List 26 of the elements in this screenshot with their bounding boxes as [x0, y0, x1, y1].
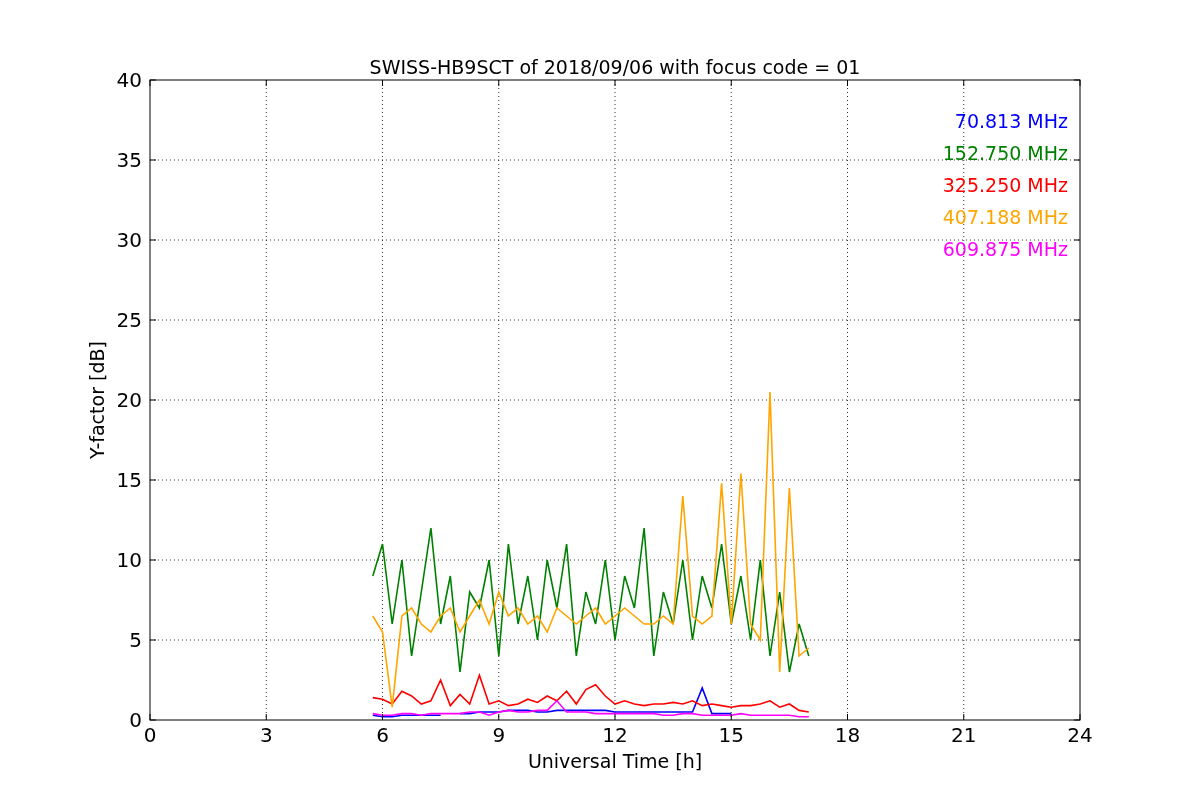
x-tick-label: 9 [492, 723, 506, 747]
x-tick-label: 6 [376, 723, 389, 747]
x-axis-label: Universal Time [h] [527, 750, 703, 772]
x-tick-label: 24 [1067, 723, 1093, 747]
y-tick-label: 20 [116, 388, 142, 412]
x-tick-label: 0 [143, 723, 157, 747]
y-tick-label: 25 [116, 308, 142, 332]
y-tick-label: 40 [116, 68, 142, 92]
x-tick-label: 15 [718, 723, 744, 747]
legend-label: 70.813 MHz [954, 110, 1068, 132]
y-tick-label: 30 [116, 228, 142, 252]
y-axis-label: Y-factor [dB] [86, 341, 108, 459]
y-tick-label: 5 [129, 628, 142, 652]
chart-title: SWISS-HB9SCT of 2018/09/06 with focus code = 01 [369, 56, 861, 78]
legend-label: 407.188 MHz [942, 206, 1068, 228]
y-tick-label: 10 [116, 548, 142, 572]
y-tick-label: 35 [116, 148, 142, 172]
legend-label: 325.250 MHz [942, 174, 1068, 196]
x-tick-label: 21 [951, 723, 977, 747]
x-tick-label: 18 [834, 723, 861, 747]
x-tick-label: 3 [259, 723, 273, 747]
x-tick-label: 12 [602, 723, 628, 747]
legend-label: 152.750 MHz [942, 142, 1068, 164]
legend-label: 609.875 MHz [942, 238, 1068, 260]
y-tick-label: 0 [129, 708, 142, 732]
y-tick-label: 15 [116, 468, 142, 492]
